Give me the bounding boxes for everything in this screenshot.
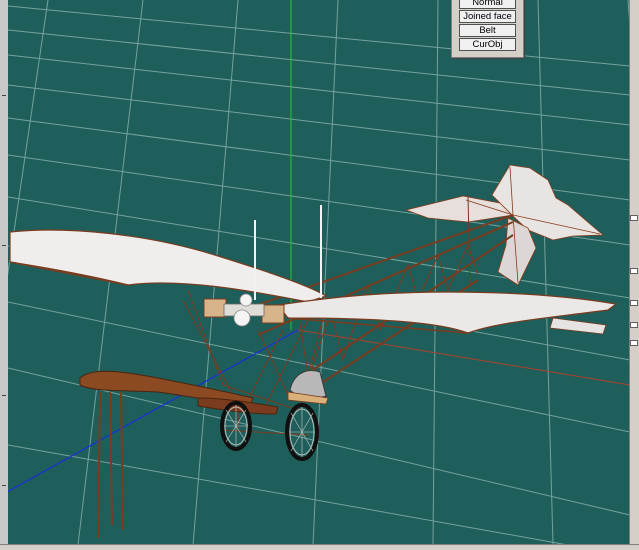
panel-handle[interactable]: [630, 322, 638, 328]
ruler-tick: [2, 395, 6, 396]
x-axis: [297, 329, 630, 386]
ruler-tick: [2, 485, 6, 486]
panel-handle[interactable]: [630, 268, 638, 274]
bottom-edge: [0, 544, 639, 550]
display-mode-panel: Normal Joined face Belt CurObj: [451, 0, 524, 58]
belt-mode-button[interactable]: Belt: [459, 24, 516, 37]
normal-mode-button[interactable]: Normal: [459, 0, 516, 9]
engine: [203, 293, 285, 327]
ruler-tick: [2, 245, 6, 246]
panel-handle[interactable]: [630, 215, 638, 221]
right-wheel: [285, 403, 319, 461]
right-panel-edge: [629, 0, 639, 550]
panel-handle[interactable]: [630, 300, 638, 306]
joined-face-mode-button[interactable]: Joined face: [459, 10, 516, 23]
viewport-scene: [8, 0, 630, 545]
curobj-mode-button[interactable]: CurObj: [459, 38, 516, 51]
panel-handle[interactable]: [630, 340, 638, 346]
ruler-tick: [2, 95, 6, 96]
3d-viewport[interactable]: [8, 0, 630, 545]
left-wheel: [220, 401, 252, 451]
